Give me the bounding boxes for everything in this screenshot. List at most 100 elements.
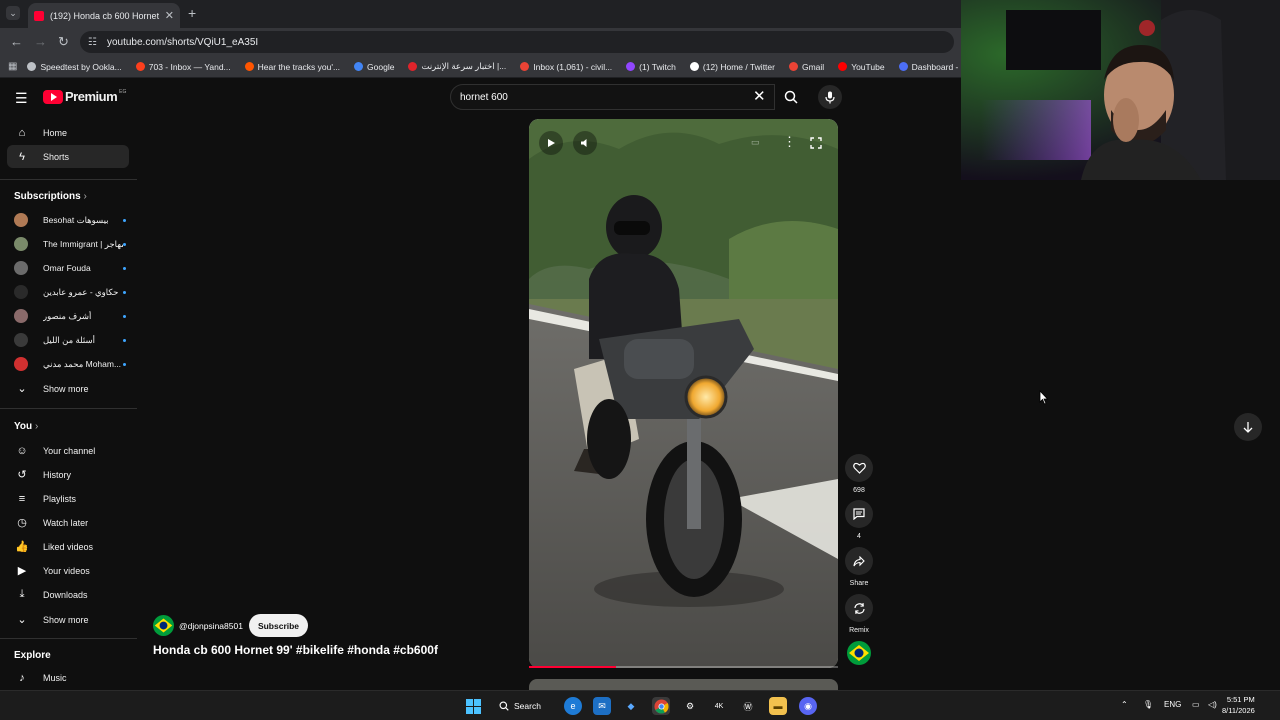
4k-app-icon[interactable]: 4K bbox=[710, 697, 728, 715]
windows-start-icon[interactable] bbox=[464, 697, 482, 715]
edge-icon[interactable]: e bbox=[564, 697, 582, 715]
bookmark-item[interactable]: (1) Twitch bbox=[626, 62, 676, 72]
address-bar[interactable]: ☷ youtube.com/shorts/VQiU1_eA35I bbox=[80, 31, 954, 53]
search-button[interactable] bbox=[776, 84, 806, 110]
sidebar-item-downloads[interactable]: ⤓ Downloads bbox=[7, 583, 129, 606]
taskbar-search[interactable]: Search bbox=[499, 696, 541, 716]
bookmark-item[interactable]: YouTube bbox=[838, 62, 885, 72]
wordpress-icon[interactable]: Ⓦ bbox=[739, 697, 757, 715]
sidebar-item-shorts[interactable]: ϟ Shorts bbox=[7, 145, 129, 168]
channel-avatar bbox=[14, 285, 28, 299]
you-heading-text: You bbox=[14, 421, 33, 432]
chrome-icon[interactable] bbox=[652, 697, 670, 715]
subscriptions-show-more[interactable]: ⌄ Show more bbox=[7, 377, 129, 400]
subscription-item[interactable]: Besohat بيسوهات bbox=[14, 210, 126, 230]
fullscreen-icon[interactable] bbox=[810, 137, 822, 149]
subscription-item[interactable]: Omar Fouda bbox=[14, 258, 126, 278]
captions-icon[interactable]: ▭ bbox=[751, 137, 760, 148]
new-content-dot bbox=[123, 314, 126, 318]
system-clock[interactable]: 5:51 PM 8/11/2026 bbox=[1222, 694, 1255, 716]
sidebar-item-music[interactable]: ♪ Music bbox=[7, 666, 129, 689]
like-action[interactable]: 698 bbox=[845, 454, 873, 494]
tray-overflow-icon[interactable]: ⌃ bbox=[1121, 700, 1128, 709]
sidebar-item-playlists[interactable]: ≡ Playlists bbox=[7, 487, 129, 510]
short-video-player[interactable]: ▭ ⋮ bbox=[529, 119, 838, 668]
sidebar-item-history[interactable]: ↺ History bbox=[7, 463, 129, 486]
channel-avatar bbox=[14, 213, 28, 227]
bookmark-favicon-icon bbox=[838, 62, 848, 71]
subscription-item[interactable]: أشرف منصور bbox=[14, 306, 126, 326]
language-indicator[interactable]: ENG bbox=[1164, 700, 1181, 709]
channel-avatar[interactable] bbox=[153, 615, 174, 636]
tray-mic-icon[interactable]: 🎙 bbox=[1143, 700, 1153, 709]
clear-search-icon[interactable]: ✕ bbox=[753, 87, 766, 105]
discord-icon[interactable]: ◉ bbox=[799, 697, 817, 715]
chevron-down-icon: ⌄ bbox=[17, 383, 27, 395]
channel-avatar-button[interactable] bbox=[847, 641, 871, 665]
file-explorer-icon[interactable]: ▬ bbox=[769, 697, 787, 715]
bookmark-item[interactable]: (12) Home / Twitter bbox=[689, 62, 775, 72]
subscription-item[interactable]: حكاوي - عمرو عابدين bbox=[14, 282, 126, 302]
site-info-icon[interactable]: ☷ bbox=[88, 37, 97, 48]
like-button[interactable] bbox=[845, 454, 873, 482]
video-progress-fill bbox=[529, 666, 616, 668]
subscriptions-heading[interactable]: Subscriptions › bbox=[14, 191, 87, 202]
subscription-item[interactable]: محمد مدني Moham... bbox=[14, 354, 126, 374]
sidebar-item-label: History bbox=[43, 469, 72, 480]
sidebar-item-home[interactable]: ⌂ Home bbox=[7, 121, 129, 144]
music-icon: ♪ bbox=[19, 671, 25, 684]
bookmark-item[interactable]: Gmail bbox=[788, 62, 824, 72]
subscription-item[interactable]: أسئلة من الليل bbox=[14, 330, 126, 350]
subscription-item[interactable]: The Immigrant | المهاجر bbox=[14, 234, 126, 254]
mail-icon[interactable]: ✉ bbox=[593, 697, 611, 715]
bookmark-item[interactable]: Inbox (1,061) - civil... bbox=[520, 62, 612, 72]
bookmark-item[interactable]: Dashboard - Restre... bbox=[898, 62, 961, 72]
share-action[interactable]: Share bbox=[845, 547, 873, 587]
bookmark-item[interactable]: Speedtest by Ookla... bbox=[27, 62, 122, 72]
sidebar-item-your-channel[interactable]: ☺ Your channel bbox=[7, 439, 129, 462]
forward-icon[interactable]: → bbox=[34, 34, 47, 49]
comment-button[interactable] bbox=[845, 500, 873, 528]
bookmark-item[interactable]: Hear the tracks you'... bbox=[244, 62, 340, 72]
sidebar-item-watch-later[interactable]: ◷ Watch later bbox=[7, 511, 129, 534]
bookmark-item[interactable]: Google bbox=[354, 62, 394, 72]
mute-button[interactable] bbox=[573, 131, 597, 155]
bookmark-item[interactable]: 703 - Inbox — Yand... bbox=[135, 62, 231, 72]
back-icon[interactable]: ← bbox=[10, 34, 23, 49]
dev-tool-icon[interactable]: ◆ bbox=[622, 697, 640, 715]
channel-handle[interactable]: @djonpsina8501 bbox=[179, 621, 243, 631]
network-icon[interactable]: ▭ bbox=[1192, 700, 1200, 709]
search-query: hornet 600 bbox=[460, 91, 508, 103]
browser-tab-active[interactable]: (192) Honda cb 600 Hornet 99' # ✕ bbox=[28, 3, 180, 28]
play-button[interactable] bbox=[539, 131, 563, 155]
youtube-premium-logo[interactable]: Premium EG bbox=[43, 89, 126, 104]
bookmark-favicon-icon bbox=[354, 62, 364, 71]
volume-icon[interactable]: ◁) bbox=[1208, 700, 1217, 709]
sidebar-item-your-videos[interactable]: ▶ Your videos bbox=[7, 559, 129, 582]
short-title[interactable]: Honda cb 600 Hornet 99' #bikelife #honda… bbox=[153, 643, 438, 657]
tab-search-icon[interactable]: ⌄ bbox=[6, 6, 20, 20]
app-icon[interactable]: ⚙ bbox=[681, 697, 699, 715]
subscribe-button[interactable]: Subscribe bbox=[248, 614, 309, 637]
remix-action[interactable]: Remix bbox=[845, 594, 873, 634]
sidebar-item-label: Home bbox=[43, 127, 68, 138]
you-show-more[interactable]: ⌄ Show more bbox=[7, 608, 129, 631]
search-input[interactable]: hornet 600 bbox=[450, 84, 775, 110]
video-progress-bar[interactable] bbox=[529, 666, 838, 668]
voice-search-button[interactable] bbox=[818, 85, 842, 109]
next-short-button[interactable] bbox=[1234, 413, 1262, 441]
remix-button[interactable] bbox=[845, 594, 873, 622]
webcam-person-image bbox=[961, 0, 1280, 180]
comment-action[interactable]: 4 bbox=[845, 500, 873, 540]
apps-grid-icon[interactable]: ▦ bbox=[8, 61, 17, 72]
bookmark-item[interactable]: اختبار سرعة الإنترنت |... bbox=[408, 61, 506, 72]
more-options-icon[interactable]: ⋮ bbox=[783, 134, 796, 150]
tab-close-icon[interactable]: ✕ bbox=[165, 9, 174, 22]
explore-heading: Explore bbox=[14, 650, 51, 661]
reload-icon[interactable]: ↻ bbox=[58, 34, 69, 50]
new-tab-icon[interactable]: + bbox=[188, 5, 196, 21]
sidebar-item-liked-videos[interactable]: 👍 Liked videos bbox=[7, 535, 129, 558]
hamburger-menu-icon[interactable]: ☰ bbox=[15, 90, 28, 107]
share-button[interactable] bbox=[845, 547, 873, 575]
you-heading[interactable]: You › bbox=[14, 421, 38, 432]
